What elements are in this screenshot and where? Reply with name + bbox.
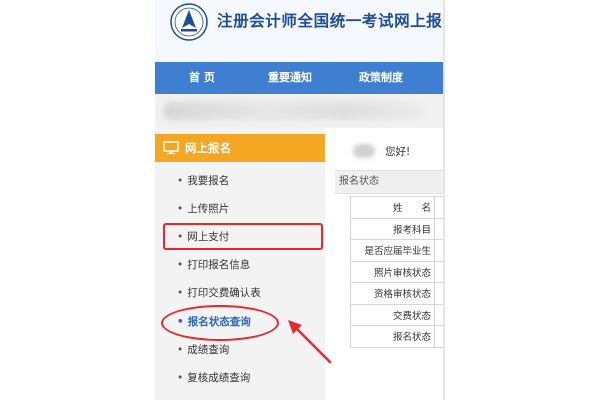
row-label-subject: 报考科目 — [350, 217, 435, 240]
site-header: 注册会计师全国统一考试网上报名 — [155, 0, 445, 62]
blurred-banner — [155, 94, 445, 128]
row-label-registration-status: 报名状态 — [350, 325, 435, 348]
bullet-icon: • — [177, 344, 184, 356]
sidebar-item-print-registration[interactable]: • 打印报名信息 — [177, 257, 250, 273]
table-row: 照片审核状态 — [350, 260, 445, 283]
redacted-text — [163, 102, 423, 120]
sidebar-item-score-query[interactable]: • 成绩查询 — [177, 342, 229, 358]
status-section-header: 报名状态 — [335, 170, 445, 194]
status-section-title: 报名状态 — [339, 176, 379, 187]
sidebar-item-score-review-query[interactable]: • 复核成绩查询 — [177, 370, 250, 386]
red-arrow-icon — [288, 320, 332, 364]
page-edge — [443, 0, 445, 400]
table-row: 是否应届毕业生 — [350, 239, 445, 262]
sidebar-item-label: 成绩查询 — [187, 344, 230, 356]
bullet-icon: • — [177, 175, 184, 187]
sidebar-item-label: 上传照片 — [187, 203, 230, 215]
sidebar-item-register[interactable]: • 我要报名 — [177, 173, 229, 189]
bullet-icon: • — [177, 203, 184, 215]
sidebar-header: 网上报名 — [155, 134, 325, 162]
status-query-highlight-oval — [161, 305, 279, 341]
sidebar-item-upload-photo[interactable]: • 上传照片 — [177, 201, 229, 217]
main-nav: 首 页 重要通知 政策制度 — [155, 62, 445, 94]
monitor-icon — [163, 141, 179, 155]
sidebar-item-label: 我要报名 — [187, 175, 230, 187]
row-label-qualification-review: 资格审核状态 — [350, 282, 435, 305]
greeting-text: 您好! — [385, 146, 411, 158]
sidebar-header-label: 网上报名 — [185, 141, 231, 155]
nav-home[interactable]: 首 页 — [189, 62, 215, 94]
sidebar-item-label: 复核成绩查询 — [187, 372, 251, 384]
sidebar-item-print-payment-confirmation[interactable]: • 打印交费确认表 — [177, 285, 261, 301]
bullet-icon: • — [177, 287, 184, 299]
cpa-logo-icon — [170, 3, 208, 41]
main-panel: 您好! 报名状态 姓 名 报考科目 是否应届毕业生 照片审核状态 资格审核状态 … — [335, 128, 445, 400]
row-label-graduate: 是否应届毕业生 — [350, 239, 435, 262]
table-row: 资格审核状态 — [350, 282, 445, 305]
row-label-name: 姓 名 — [350, 196, 435, 219]
nav-policies[interactable]: 政策制度 — [359, 62, 403, 94]
nav-important-notices[interactable]: 重要通知 — [268, 62, 312, 94]
table-row: 报名状态 — [350, 325, 445, 348]
table-row: 报考科目 — [350, 217, 445, 240]
sidebar-item-label: 打印交费确认表 — [187, 287, 261, 299]
status-table: 姓 名 报考科目 是否应届毕业生 照片审核状态 资格审核状态 交费状态 报名状态 — [350, 196, 445, 348]
site-title: 注册会计师全国统一考试网上报名 — [217, 12, 445, 30]
row-label-payment-status: 交费状态 — [350, 303, 435, 326]
redacted-username — [353, 144, 375, 158]
row-label-photo-review: 照片审核状态 — [350, 260, 435, 283]
table-row: 姓 名 — [350, 196, 445, 219]
payment-highlight-box — [163, 223, 323, 250]
bullet-icon: • — [177, 259, 184, 271]
bullet-icon: • — [177, 372, 184, 384]
sidebar-item-label: 打印报名信息 — [187, 259, 251, 271]
table-row: 交费状态 — [350, 303, 445, 326]
